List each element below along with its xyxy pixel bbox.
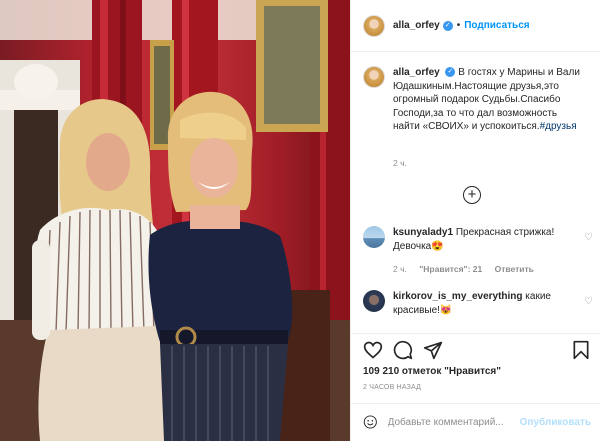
comment-body: ksunyalady1 Прекрасная стрижка! Девочка😍: [393, 226, 573, 253]
woman-left-skirt: [38, 326, 173, 441]
separator-dot: •: [456, 20, 461, 31]
verified-badge-icon: ✓: [442, 20, 453, 31]
emoji-icon[interactable]: [363, 414, 378, 430]
share-icon[interactable]: [423, 340, 443, 360]
author-username[interactable]: alla_orfey: [393, 20, 440, 31]
comment-item: ksunyalady1 Прекрасная стрижка! Девочка😍…: [363, 226, 593, 253]
post-time[interactable]: 2 ЧАСОВ НАЗАД: [363, 384, 421, 391]
woman-left-face: [86, 133, 130, 191]
avatar[interactable]: [363, 290, 385, 312]
add-comment-bar: Опубликовать: [363, 403, 591, 441]
caption-time: 2 ч.: [393, 158, 407, 168]
plus-circle-icon[interactable]: +: [463, 186, 481, 204]
action-bar: [363, 340, 591, 362]
post-side-panel: alla_orfey ✓ • Подписаться alla_orfey ✓ …: [350, 0, 600, 441]
woman-right-trousers: [160, 344, 288, 441]
heart-icon[interactable]: ♡: [584, 296, 593, 307]
caption-hashtag[interactable]: #друзья: [540, 121, 577, 132]
caption-body: alla_orfey ✓ В гостях у Марины и Вали Юд…: [393, 66, 583, 134]
post-header: alla_orfey ✓ • Подписаться: [351, 0, 600, 52]
comment-item: kirkorov_is_my_everything какие красивые…: [363, 290, 593, 317]
comment-input[interactable]: [387, 416, 520, 428]
comment-likes[interactable]: "Нравится": 21: [419, 264, 482, 274]
avatar[interactable]: [363, 14, 385, 37]
photo-illustration: [0, 0, 350, 441]
heart-icon[interactable]: ♡: [584, 232, 593, 243]
avatar[interactable]: [363, 226, 385, 248]
heart-icon[interactable]: [363, 340, 383, 360]
like-count[interactable]: 109 210 отметок "Нравится": [363, 366, 501, 377]
comment-meta: 2 ч. "Нравится": 21 Ответить: [393, 264, 544, 274]
bookmark-icon[interactable]: [571, 340, 591, 360]
publish-button[interactable]: Опубликовать: [520, 417, 591, 428]
comment-time: 2 ч.: [393, 264, 407, 274]
woman-right-top: [148, 220, 293, 342]
follow-button[interactable]: Подписаться: [464, 20, 529, 31]
comment-username[interactable]: kirkorov_is_my_everything: [393, 291, 523, 302]
post-photo[interactable]: [0, 0, 350, 441]
comment-body: kirkorov_is_my_everything какие красивые…: [393, 290, 573, 317]
comment-icon[interactable]: [393, 340, 413, 360]
comment-username[interactable]: ksunyalady1: [393, 227, 453, 238]
verified-badge-icon: ✓: [445, 67, 456, 78]
post-caption: alla_orfey ✓ В гостях у Марины и Вали Юд…: [363, 66, 591, 134]
reply-button[interactable]: Ответить: [495, 264, 534, 274]
caption-username[interactable]: alla_orfey: [393, 67, 440, 78]
divider: [351, 333, 600, 334]
avatar[interactable]: [363, 66, 385, 88]
